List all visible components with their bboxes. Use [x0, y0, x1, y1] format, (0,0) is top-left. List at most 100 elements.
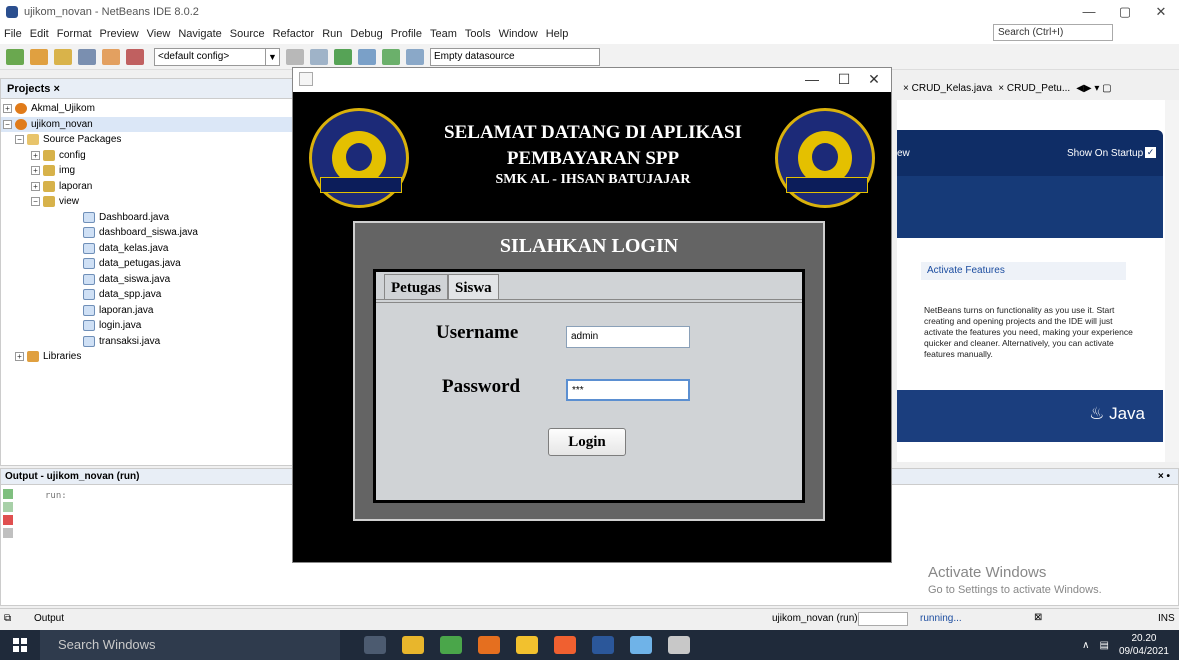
config-select[interactable]: <default config> — [154, 47, 266, 66]
tree-node[interactable]: transaksi.java — [1, 334, 294, 350]
clean-build-icon[interactable] — [310, 48, 328, 65]
output-close-icon[interactable]: × • — [1158, 469, 1170, 485]
task-view-icon[interactable] — [364, 636, 386, 654]
undo-icon[interactable] — [102, 48, 120, 65]
tray-chevron-icon[interactable]: ∧ — [1082, 640, 1089, 651]
menu-file[interactable]: File — [0, 28, 26, 40]
tree-node[interactable]: Dashboard.java — [1, 210, 294, 226]
chevron-down-icon[interactable]: ▼ — [266, 47, 280, 66]
tree-node[interactable]: + laporan — [1, 179, 294, 195]
tree-node[interactable]: − ujikom_novan — [1, 116, 294, 132]
login-maximize-button[interactable]: ☐ — [829, 68, 859, 90]
tree-node[interactable]: − Source Packages — [1, 132, 294, 148]
rerun-icon[interactable] — [3, 489, 13, 499]
menu-run[interactable]: Run — [318, 28, 346, 40]
tree-node-label: data_kelas.java — [99, 242, 169, 254]
expand-icon[interactable]: + — [31, 150, 40, 160]
tree-node[interactable]: + config — [1, 148, 294, 164]
login-minimize-button[interactable]: — — [797, 68, 827, 90]
redo-icon[interactable] — [126, 48, 144, 65]
tree-node[interactable]: data_spp.java — [1, 287, 294, 303]
tree-node[interactable]: data_kelas.java — [1, 241, 294, 257]
chrome-icon[interactable] — [440, 636, 462, 654]
stop-icon[interactable] — [3, 515, 13, 525]
tree-node[interactable]: laporan.java — [1, 303, 294, 319]
menu-debug[interactable]: Debug — [346, 28, 386, 40]
tree-node-label: img — [59, 165, 76, 176]
progress-cancel-icon[interactable]: ⊠ — [1034, 612, 1042, 623]
java-app-icon[interactable] — [668, 636, 690, 654]
password-input[interactable]: *** — [566, 379, 690, 401]
close-button[interactable]: ✕ — [1143, 0, 1179, 24]
menu-profile[interactable]: Profile — [387, 28, 426, 40]
restore-window-icon[interactable]: ⧉ — [4, 613, 11, 624]
rerun-with-params-icon[interactable] — [3, 502, 13, 512]
collapse-icon[interactable]: − — [31, 197, 40, 207]
maximize-button[interactable]: ▢ — [1107, 0, 1143, 24]
minimize-button[interactable]: — — [1071, 0, 1107, 24]
word-icon[interactable] — [592, 636, 614, 654]
tree-node[interactable]: dashboard_siswa.java — [1, 225, 294, 241]
netbeans-task-icon[interactable] — [630, 636, 652, 654]
java-logo-icon: ♨ Java — [1089, 404, 1145, 423]
collapse-icon[interactable]: − — [3, 119, 12, 129]
profile-icon[interactable] — [382, 48, 400, 65]
datasource-select[interactable]: Empty datasource — [430, 47, 600, 66]
tree-node[interactable]: + Libraries — [1, 349, 294, 365]
ide-search-input[interactable]: Search (Ctrl+I) — [993, 24, 1113, 41]
windows-start-icon[interactable] — [0, 630, 40, 660]
tree-node[interactable]: data_petugas.java — [1, 256, 294, 272]
tree-node[interactable]: login.java — [1, 318, 294, 334]
menu-team[interactable]: Team — [426, 28, 461, 40]
menu-refactor[interactable]: Refactor — [269, 28, 319, 40]
new-file-icon[interactable] — [6, 48, 24, 65]
status-output-tab[interactable]: Output — [34, 613, 64, 624]
tab-nav-arrows-icon[interactable]: ◀▶ ▾ ▢ — [1076, 83, 1111, 94]
tab-petugas[interactable]: Petugas — [384, 274, 448, 300]
app-icon[interactable] — [516, 636, 538, 654]
output-scrollbar[interactable] — [1164, 486, 1178, 606]
output-settings-icon[interactable] — [3, 528, 13, 538]
tree-node[interactable]: data_siswa.java — [1, 272, 294, 288]
login-close-button[interactable]: ✕ — [859, 68, 889, 90]
tab-siswa[interactable]: Siswa — [448, 274, 499, 300]
expand-icon[interactable]: + — [31, 166, 40, 176]
projects-tab[interactable]: Projects × — [1, 79, 294, 99]
file-explorer-icon[interactable] — [402, 636, 424, 654]
database-icon[interactable] — [406, 48, 424, 65]
notification-icon[interactable]: ▤ — [1099, 640, 1108, 651]
menu-preview[interactable]: Preview — [96, 28, 143, 40]
xampp-icon[interactable] — [554, 636, 576, 654]
build-icon[interactable] — [286, 48, 304, 65]
menu-edit[interactable]: Edit — [26, 28, 53, 40]
start-page-scrollbar[interactable] — [1165, 100, 1179, 462]
tab-label: CRUD_Petu... — [1006, 82, 1071, 94]
menu-help[interactable]: Help — [542, 28, 573, 40]
tree-node[interactable]: + img — [1, 163, 294, 179]
menu-navigate[interactable]: Navigate — [174, 28, 225, 40]
save-all-icon[interactable] — [78, 48, 96, 65]
expand-icon[interactable]: + — [15, 352, 24, 362]
menu-source[interactable]: Source — [226, 28, 269, 40]
sublime-icon[interactable] — [478, 636, 500, 654]
taskbar-search[interactable]: Search Windows — [40, 630, 340, 660]
tab-crud-petugas[interactable]: × CRUD_Petu... — [998, 83, 1070, 94]
debug-icon[interactable] — [358, 48, 376, 65]
collapse-icon[interactable]: − — [15, 135, 24, 145]
expand-icon[interactable]: + — [3, 104, 12, 114]
open-project-icon[interactable] — [54, 48, 72, 65]
username-input[interactable]: admin — [566, 326, 690, 348]
run-icon[interactable] — [334, 48, 352, 65]
menu-window[interactable]: Window — [495, 28, 542, 40]
menu-view[interactable]: View — [143, 28, 175, 40]
tree-node[interactable]: + Akmal_Ujikom — [1, 101, 294, 117]
menu-format[interactable]: Format — [53, 28, 96, 40]
start-page-tab-fragment[interactable]: ew — [897, 148, 910, 159]
tree-node[interactable]: − view — [1, 194, 294, 210]
expand-icon[interactable]: + — [31, 181, 40, 191]
new-project-icon[interactable] — [30, 48, 48, 65]
login-button[interactable]: Login — [548, 428, 626, 456]
tab-crud-kelas[interactable]: × CRUD_Kelas.java — [903, 83, 992, 94]
menu-tools[interactable]: Tools — [461, 28, 495, 40]
show-on-startup-checkbox[interactable]: ✓ — [1145, 147, 1156, 158]
